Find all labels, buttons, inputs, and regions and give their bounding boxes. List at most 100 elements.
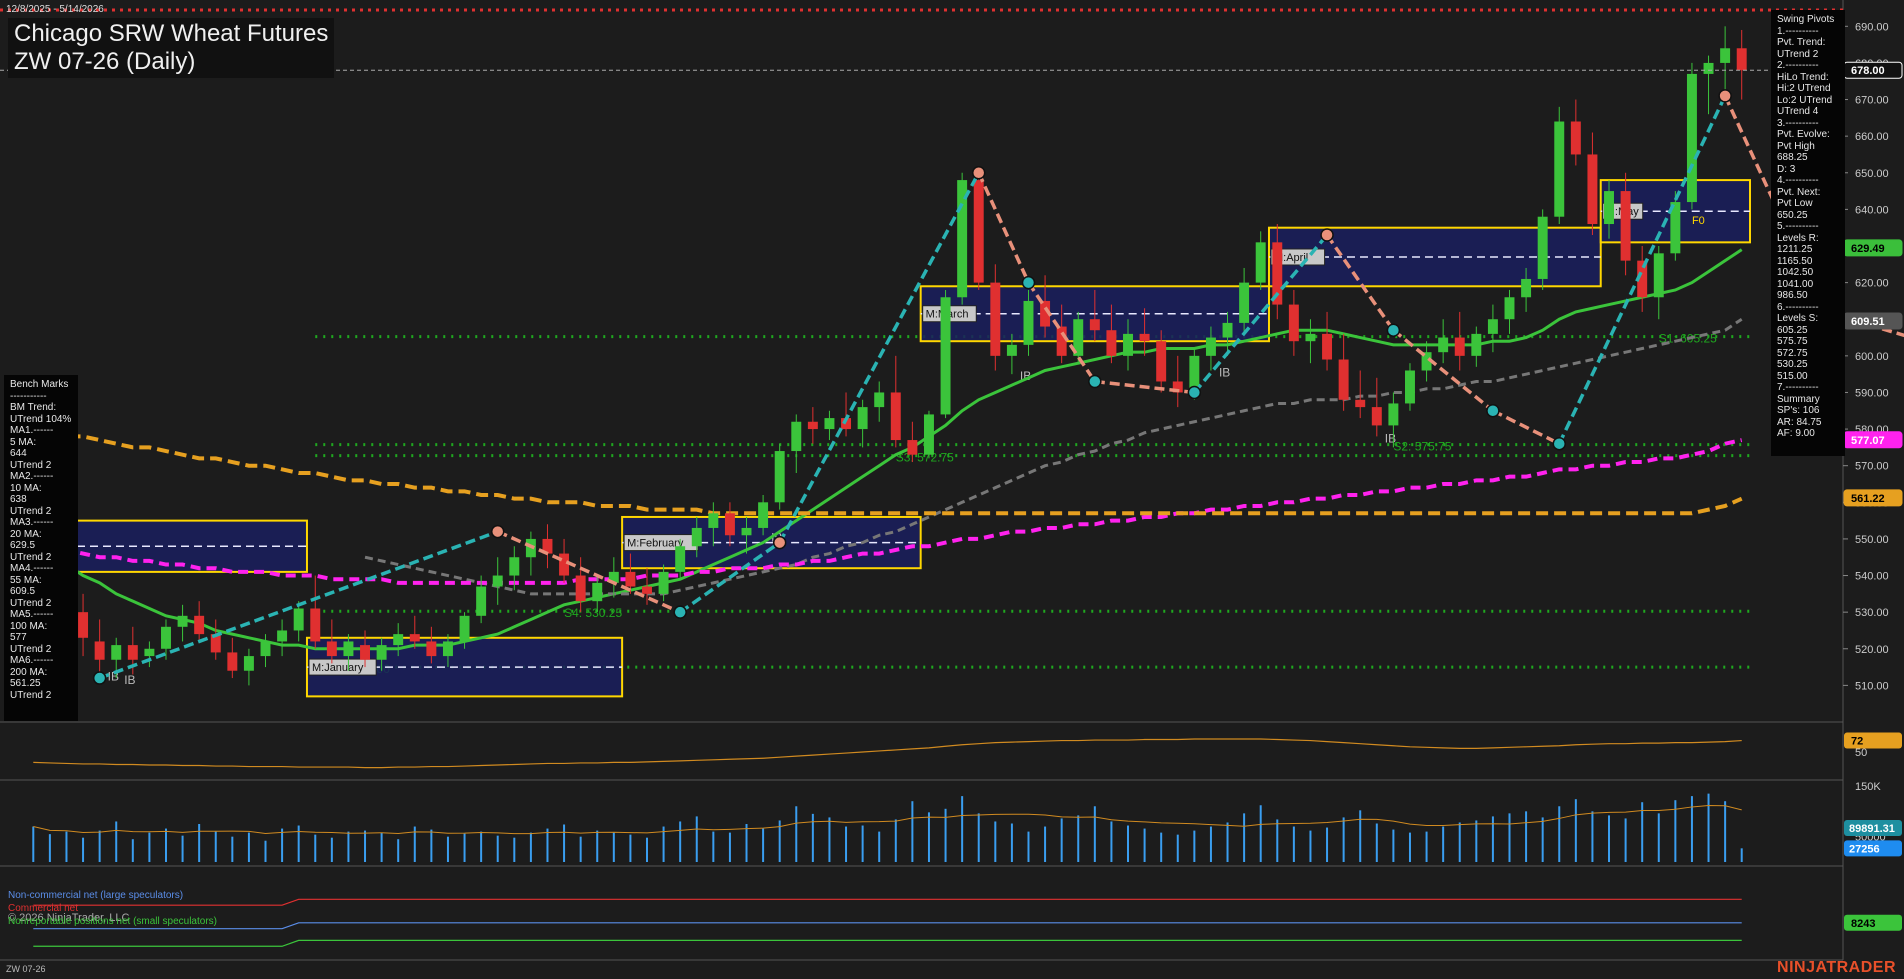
chart-canvas[interactable]: 690.00680.00670.00660.00650.00640.00630.… xyxy=(0,0,1904,979)
y-tick-label: 590.00 xyxy=(1855,387,1889,399)
candle-body xyxy=(724,513,735,536)
chart-title-contract: ZW 07-26 (Daily) xyxy=(14,48,196,75)
y-tick-label: 520.00 xyxy=(1855,644,1889,656)
candle-body xyxy=(1554,121,1565,217)
price-tag-label: 577.07 xyxy=(1851,435,1885,447)
swing-high-dot xyxy=(1718,89,1732,103)
candle-body xyxy=(1288,304,1299,342)
swing-low-dot xyxy=(673,605,687,619)
candle-body xyxy=(492,575,503,587)
candle-body xyxy=(592,582,603,602)
footer-symbol: ZW 07-26 xyxy=(6,964,46,974)
swing-low-dot xyxy=(1386,323,1401,337)
volume-tag-label: 27256 xyxy=(1849,843,1880,855)
candle-body xyxy=(1703,62,1714,74)
chart-title-box: Chicago SRW Wheat Futures ZW 07-26 (Dail… xyxy=(8,18,335,78)
candle-body xyxy=(1537,216,1548,279)
candle-body xyxy=(1205,337,1216,356)
candle-body xyxy=(741,527,752,536)
candle-body xyxy=(1686,73,1697,203)
candle-body xyxy=(1405,370,1415,404)
candle-body xyxy=(1604,191,1614,225)
candle-body xyxy=(1371,407,1382,426)
candle-body xyxy=(691,527,702,547)
indicator-tag-label: 72 xyxy=(1851,736,1863,748)
candle-body xyxy=(260,641,271,657)
candle-body xyxy=(658,571,669,594)
candle-body xyxy=(1239,282,1250,323)
candle-body xyxy=(1338,359,1349,400)
y-tick-label: 640.00 xyxy=(1855,204,1889,216)
candle-body xyxy=(708,513,719,528)
ib-label: IB xyxy=(1385,431,1396,445)
candle-body xyxy=(1504,297,1515,320)
candle-body xyxy=(1587,154,1598,225)
legend-noncommercial: Non-commercial net (large speculators) xyxy=(8,890,184,901)
month-box-label: M:January xyxy=(312,662,364,674)
candle-body xyxy=(940,297,951,415)
candle-body xyxy=(127,645,138,660)
chart-title-instrument: Chicago SRW Wheat Futures xyxy=(14,20,329,47)
candle-body xyxy=(923,414,934,455)
candle-body xyxy=(94,641,105,660)
candle-body xyxy=(376,645,387,660)
benchmarks-panel: Bench Marks ----------- BM Trend: UTrend… xyxy=(4,375,78,721)
candle-body xyxy=(1089,319,1100,331)
candle-body xyxy=(144,648,155,657)
candle-body xyxy=(1006,344,1017,356)
support-level-label: S2: 575.75 xyxy=(1393,440,1451,454)
swing-high-dot xyxy=(490,524,505,539)
candle-body xyxy=(161,626,171,649)
candle-body xyxy=(1487,319,1498,334)
candle-body xyxy=(1222,322,1233,338)
candle-body xyxy=(874,392,885,408)
candle-body xyxy=(1720,48,1731,63)
candle-body xyxy=(194,615,205,635)
price-tag-label: 609.51 xyxy=(1851,316,1885,328)
candle-body xyxy=(575,575,586,602)
swing-low-dot xyxy=(1021,275,1036,290)
candle-body xyxy=(973,180,984,283)
y-tick-label: 530.00 xyxy=(1855,607,1889,619)
candle-body xyxy=(393,634,404,646)
candle-body xyxy=(1139,333,1150,342)
candle-body xyxy=(774,451,785,503)
candle-body xyxy=(111,645,122,660)
candle-body xyxy=(890,392,901,441)
candle-body xyxy=(559,553,570,576)
candle-body xyxy=(824,418,835,430)
candle-body xyxy=(293,608,304,631)
candle-body xyxy=(1322,333,1333,360)
date-range-label: 12/8/2025 - 5/14/2026 xyxy=(6,4,104,15)
candle-body xyxy=(1388,403,1399,426)
candle-body xyxy=(227,652,238,671)
candle-body xyxy=(243,656,254,671)
candle-body xyxy=(426,641,437,657)
swing-low-dot xyxy=(1486,404,1500,418)
candle-body xyxy=(476,586,487,616)
candle-body xyxy=(791,421,802,452)
price-tag-label: 561.22 xyxy=(1851,493,1885,505)
candle-body xyxy=(1438,337,1449,353)
candle-body xyxy=(907,440,918,455)
volume-tag-label: 89891.31 xyxy=(1849,823,1895,835)
candle-body xyxy=(1023,300,1034,345)
y-tick-label: 650.00 xyxy=(1855,168,1889,180)
candle-body xyxy=(1454,337,1465,356)
support-level-label: S4: 530.25 xyxy=(564,606,622,620)
candle-body xyxy=(1736,48,1747,71)
candle-body xyxy=(177,615,188,627)
swing-low-dot xyxy=(1088,374,1102,389)
ib-label: IB xyxy=(1219,365,1230,379)
y-tick-label: 510.00 xyxy=(1855,680,1889,692)
candle-body xyxy=(509,557,520,576)
legend-nonreportable: Nonreportable positions net (small specu… xyxy=(8,916,217,927)
indicator-tick-label: 50 xyxy=(1855,747,1867,759)
swing-high-dot xyxy=(772,535,787,550)
candle-body xyxy=(1106,330,1117,356)
y-tick-label: 620.00 xyxy=(1855,278,1889,290)
candle-body xyxy=(459,615,470,642)
volume-tick-label: 150K xyxy=(1855,781,1881,793)
price-tag-label: 629.49 xyxy=(1851,243,1885,255)
candle-body xyxy=(1653,253,1664,298)
